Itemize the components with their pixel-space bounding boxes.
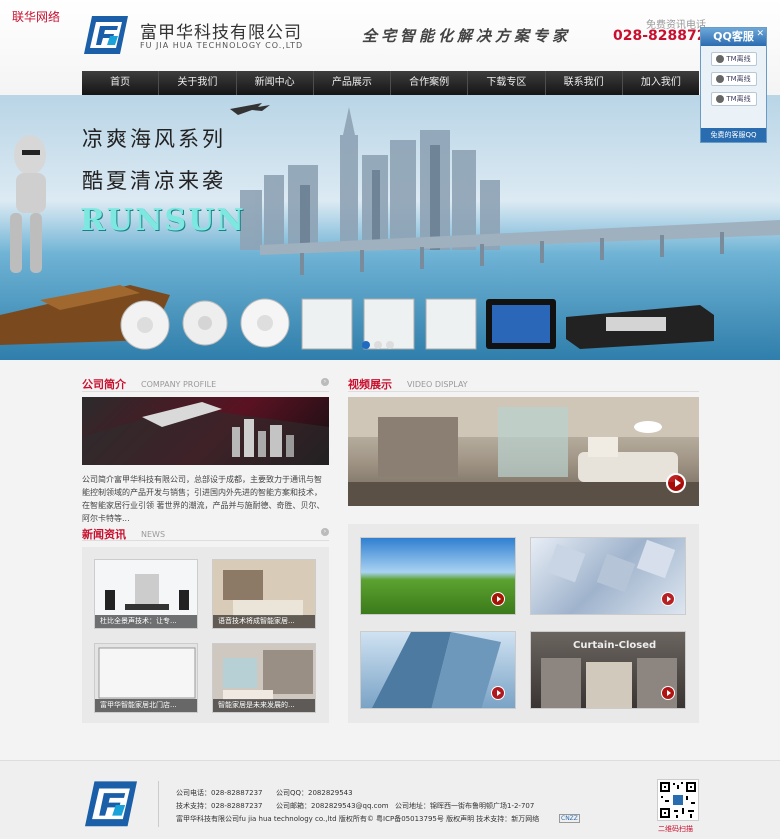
section-divider	[348, 391, 699, 392]
nav-item-news[interactable]: 新闻中心	[237, 71, 314, 95]
slide-dot[interactable]	[362, 341, 370, 349]
news-card[interactable]: 富甲华智能家居北门店...	[94, 643, 198, 713]
hero-banner[interactable]: 凉爽海风系列 酷夏清凉来袭 RUNSUN	[0, 95, 780, 360]
section-divider	[82, 391, 329, 392]
nav-item-home[interactable]: 首页	[82, 71, 160, 95]
news-caption: 智能家居是未来发展的...	[213, 699, 315, 712]
qq-contact-button[interactable]: TM离线	[710, 92, 757, 106]
qq-penguin-icon	[716, 95, 725, 103]
news-card[interactable]: 智能家居是未来发展的...	[212, 643, 316, 713]
gallery-video-item[interactable]	[530, 537, 686, 615]
banner-headline-1: 凉爽海风系列	[82, 127, 226, 151]
qr-code-graphic	[660, 782, 696, 818]
footer-divider	[158, 781, 159, 827]
qq-contact-button[interactable]: TM离线	[710, 52, 757, 66]
footer-copyright: 富甲华科技有限公司fu jia hua technology co.,ltd 版…	[176, 815, 540, 823]
more-icon[interactable]: ›	[321, 378, 329, 386]
qq-button-label: TM离线	[726, 55, 751, 63]
gallery-video-item[interactable]	[360, 631, 516, 709]
close-icon[interactable]: ✕	[756, 29, 764, 39]
video-section-subtitle: VIDEO DISPLAY	[407, 380, 468, 389]
footer-address: 公司地址：锦晖西一街布鲁明顿广场1-2-707	[395, 802, 535, 810]
slide-dot[interactable]	[386, 341, 394, 349]
brand-name-cn: 富甲华科技有限公司	[140, 23, 302, 43]
watermark-text: 联华网络	[12, 10, 61, 24]
qq-widget-footer[interactable]: 免费的客服QQ	[701, 128, 766, 142]
news-card[interactable]: 语音技术将成智能家居...	[212, 559, 316, 629]
qr-code-icon	[657, 779, 699, 821]
profile-section-title[interactable]: 公司简介	[82, 376, 126, 392]
footer-email[interactable]: 公司邮箱：2082829543@qq.com	[276, 801, 389, 811]
qq-penguin-icon	[716, 75, 725, 83]
profile-section-subtitle: COMPANY PROFILE	[141, 380, 217, 389]
cnzz-badge[interactable]: CNZZ	[559, 814, 580, 823]
video-thumbnail[interactable]	[348, 397, 699, 506]
qq-button-label: TM离线	[726, 75, 751, 83]
news-section-subtitle: NEWS	[141, 530, 166, 539]
news-caption: 杜比全景声技术：让专...	[95, 615, 197, 628]
nav-item-downloads[interactable]: 下载专区	[468, 71, 546, 95]
gallery-caption: Curtain-Closed	[573, 640, 657, 651]
more-icon[interactable]: ›	[321, 528, 329, 536]
gallery-video-item[interactable]: Curtain-Closed	[530, 631, 686, 709]
gallery-video-item[interactable]	[360, 537, 516, 615]
banner-slide-dots	[362, 341, 394, 349]
footer-qq: 公司QQ：2082829543	[276, 789, 353, 797]
company-logo-icon[interactable]	[82, 14, 130, 58]
play-icon[interactable]	[491, 592, 505, 606]
slide-dot[interactable]	[374, 341, 382, 349]
nav-item-products[interactable]: 产品展示	[314, 71, 391, 95]
qq-contact-button[interactable]: TM离线	[710, 72, 757, 86]
news-caption: 语音技术将成智能家居...	[213, 615, 315, 628]
nav-item-cases[interactable]: 合作案例	[391, 71, 469, 95]
header-slogan: 全宅智能化解决方案专家	[362, 27, 572, 45]
qq-service-widget: QQ客服 ✕ TM离线 TM离线 TM离线 免费的客服QQ	[700, 27, 767, 143]
nav-item-contact[interactable]: 联系我们	[546, 71, 623, 95]
news-panel: 杜比全景声技术：让专... 语音技术将成智能家居... 富甲华智能家居北门店..…	[82, 547, 329, 723]
play-icon[interactable]	[661, 686, 675, 700]
section-divider	[82, 540, 329, 541]
video-room-art	[348, 397, 699, 506]
profile-image-art	[82, 402, 329, 465]
qq-button-label: TM离线	[726, 95, 751, 103]
qq-penguin-icon	[716, 55, 725, 63]
play-icon[interactable]	[666, 473, 686, 493]
qr-code-label: 二维码扫描	[658, 825, 693, 833]
site-footer: 公司电话：028-82887237 公司QQ：2082829543 技术支持：0…	[0, 760, 780, 839]
video-section-title[interactable]: 视频展示	[348, 376, 392, 392]
video-gallery: Curtain-Closed	[348, 524, 699, 723]
news-card[interactable]: 杜比全景声技术：让专...	[94, 559, 198, 629]
banner-headline-2: 酷夏清凉来袭	[82, 169, 226, 193]
profile-image[interactable]	[82, 397, 329, 465]
banner-brand-logo: RUNSUN	[80, 203, 246, 238]
footer-support: 技术支持：028-82887237	[176, 802, 263, 810]
play-icon[interactable]	[491, 686, 505, 700]
nav-item-about[interactable]: 关于我们	[159, 71, 237, 95]
footer-phone: 公司电话：028-82887237	[176, 789, 263, 797]
footer-logo-icon[interactable]	[82, 779, 140, 831]
profile-description: 公司简介富甲华科技有限公司，总部设于成都，主要致力于通讯与智能控制领域的产品开发…	[82, 475, 325, 523]
main-nav: 首页 关于我们 新闻中心 产品展示 合作案例 下载专区 联系我们 加入我们	[82, 71, 699, 95]
brand-name-en: FU JIA HUA TECHNOLOGY CO.,LTD	[140, 41, 304, 50]
news-caption: 富甲华智能家居北门店...	[95, 699, 197, 712]
play-icon[interactable]	[661, 592, 675, 606]
nav-item-join[interactable]: 加入我们	[623, 71, 699, 95]
